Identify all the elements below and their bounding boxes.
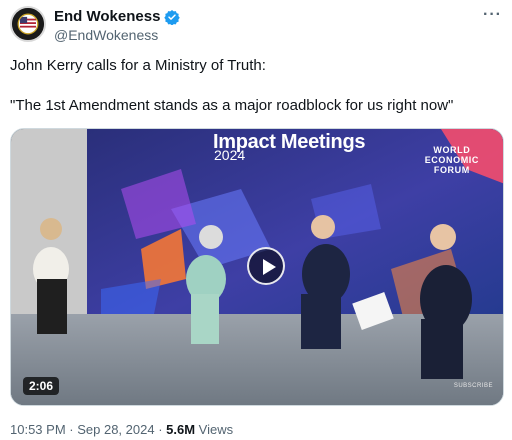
- views-label: Views: [198, 422, 234, 437]
- video-player[interactable]: Impact Meetings 2024 WORLD ECONOMIC FORU…: [10, 128, 504, 406]
- tweet-header: End Wokeness @EndWokeness ···: [10, 6, 502, 44]
- tweet-meta: 10:53 PM · Sep 28, 2024 · 5.6M Views: [10, 422, 233, 438]
- meta-separator-1: ·: [65, 422, 78, 437]
- author-avatar[interactable]: [10, 6, 46, 42]
- subscribe-watermark: SUBSCRIBE: [453, 383, 493, 389]
- video-event-year: 2024: [214, 147, 246, 163]
- author-name-row: End Wokeness: [54, 8, 181, 26]
- video-duration-badge: 2:06: [23, 377, 60, 395]
- more-options-icon[interactable]: ···: [483, 6, 502, 24]
- tweet-text-line-2: "The 1st Amendment stands as a major roa…: [10, 97, 454, 114]
- tweet-time[interactable]: 10:53 PM: [10, 422, 66, 437]
- wef-logo-line-2: ECONOMIC: [424, 155, 479, 165]
- tweet-text-line-1: John Kerry calls for a Ministry of Truth…: [10, 57, 266, 74]
- avatar-logo-icon: [12, 8, 44, 40]
- tweet-date[interactable]: Sep 28, 2024: [77, 422, 154, 437]
- author-display-name[interactable]: End Wokeness: [54, 8, 160, 26]
- wef-logo: WORLD ECONOMIC FORUM: [425, 145, 479, 175]
- meta-separator-2: ·: [154, 422, 167, 437]
- play-icon[interactable]: [247, 247, 285, 285]
- wef-logo-line-3: FORUM: [433, 165, 470, 175]
- tweet-text: John Kerry calls for a Ministry of Truth…: [10, 56, 502, 116]
- author-handle[interactable]: @EndWokeness: [54, 26, 158, 44]
- verified-badge-icon: [164, 10, 181, 25]
- views-count: 5.6M: [166, 422, 196, 437]
- wef-logo-line-1: WORLD: [433, 145, 471, 155]
